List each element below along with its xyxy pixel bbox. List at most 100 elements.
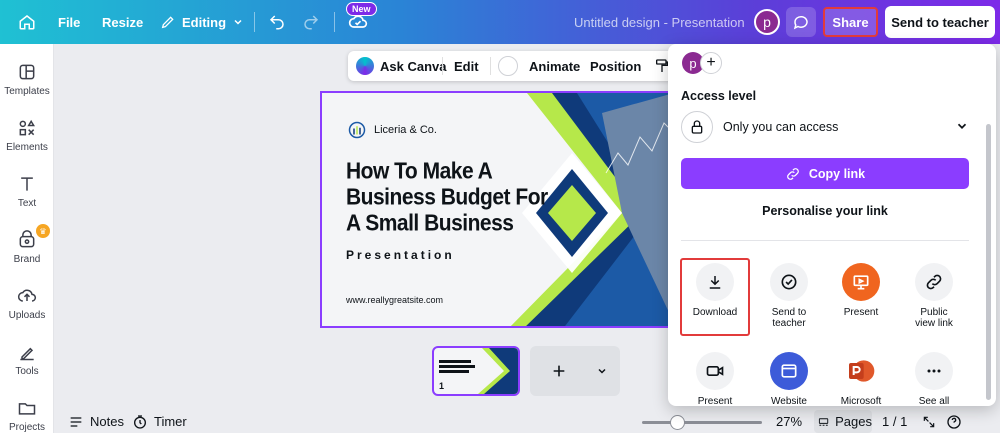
pages-icon bbox=[818, 417, 829, 426]
brand-logo-icon bbox=[348, 121, 366, 139]
zoom-level[interactable]: 27% bbox=[776, 410, 802, 433]
page-number: 1 bbox=[439, 381, 445, 391]
sidebar-item-label: Templates bbox=[4, 86, 50, 97]
new-badge: New bbox=[346, 2, 377, 16]
projects-icon bbox=[18, 403, 36, 415]
tools-icon bbox=[20, 347, 34, 361]
download-icon bbox=[696, 263, 734, 301]
timer-label: Timer bbox=[154, 414, 187, 429]
file-menu[interactable]: File bbox=[58, 0, 80, 44]
more-icon bbox=[915, 352, 953, 390]
copy-link-label: Copy link bbox=[808, 166, 866, 181]
share-option-send-to-teacher[interactable]: Send to teacher bbox=[753, 263, 825, 329]
avatar[interactable]: p bbox=[754, 9, 780, 35]
canva-ai-icon bbox=[356, 57, 374, 75]
add-page-button[interactable] bbox=[530, 346, 620, 396]
context-toolbar: Ask Canva Edit Animate Position bbox=[348, 51, 678, 81]
access-level-value: Only you can access bbox=[723, 120, 839, 134]
share-option-see-all[interactable]: See all bbox=[898, 352, 970, 406]
slide-url: www.reallygreatsite.com bbox=[346, 295, 444, 305]
top-bar: File Resize Editing New Untitled design … bbox=[0, 0, 1000, 44]
sidebar-item-elements[interactable]: Elements bbox=[0, 118, 54, 153]
brand-icon bbox=[19, 230, 35, 248]
comment-icon bbox=[793, 15, 808, 30]
undo-icon[interactable] bbox=[268, 0, 286, 44]
chevron-down-icon bbox=[598, 368, 606, 374]
sidebar-item-projects[interactable]: Projects bbox=[0, 398, 54, 433]
toolbar-divider bbox=[490, 57, 491, 75]
option-label: Send to teacher bbox=[771, 307, 807, 329]
sidebar-item-templates[interactable]: Templates bbox=[0, 62, 54, 97]
sidebar-item-label: Text bbox=[17, 198, 37, 209]
pages-label: Pages bbox=[835, 414, 872, 429]
share-option-public-view-link[interactable]: Public view link bbox=[898, 263, 970, 329]
footer-bar: Notes Timer 27% Pages 1 / 1 bbox=[54, 410, 1000, 433]
elements-icon bbox=[19, 119, 35, 136]
share-option-microsoft[interactable]: Microsoft bbox=[825, 352, 897, 406]
option-label: Download bbox=[692, 307, 738, 318]
toolbar-divider bbox=[254, 12, 255, 32]
sidebar-item-label: Projects bbox=[8, 422, 46, 433]
option-label: Microsoft bbox=[840, 396, 882, 406]
toolbar-divider bbox=[334, 12, 335, 32]
edit-button[interactable]: Edit bbox=[454, 51, 479, 81]
website-icon bbox=[770, 352, 808, 390]
sidebar-item-brand[interactable]: ♛ Brand bbox=[0, 224, 54, 265]
sidebar-item-text[interactable]: Text bbox=[0, 174, 54, 209]
animate-button[interactable]: Animate bbox=[529, 51, 580, 81]
redo-icon[interactable] bbox=[302, 0, 320, 44]
zoom-slider-handle[interactable] bbox=[670, 415, 685, 430]
slide-canvas[interactable]: Liceria & Co. How To Make A Business Bud… bbox=[320, 91, 672, 328]
timer-button[interactable]: Timer bbox=[132, 410, 187, 433]
home-icon[interactable] bbox=[16, 0, 38, 44]
ask-canva-label: Ask Canva bbox=[380, 58, 447, 74]
editing-mode-dropdown[interactable]: Editing bbox=[160, 0, 244, 44]
notes-label: Notes bbox=[90, 414, 124, 429]
fullscreen-expand-icon[interactable] bbox=[922, 410, 936, 433]
personalise-link-button[interactable]: Personalise your link bbox=[681, 204, 969, 218]
page-thumbnail[interactable]: 1 bbox=[432, 346, 520, 396]
sidebar-item-uploads[interactable]: Uploads bbox=[0, 286, 54, 321]
uploads-icon bbox=[17, 289, 36, 302]
zoom-slider-track[interactable] bbox=[642, 421, 762, 424]
help-icon[interactable] bbox=[946, 410, 962, 433]
templates-icon bbox=[19, 64, 35, 80]
comment-button[interactable] bbox=[786, 7, 816, 37]
panel-divider bbox=[681, 240, 969, 241]
powerpoint-icon bbox=[842, 352, 880, 390]
share-option-present-record[interactable]: Present bbox=[679, 352, 751, 406]
notes-button[interactable]: Notes bbox=[68, 410, 124, 433]
present-icon bbox=[842, 263, 880, 301]
color-picker-button[interactable] bbox=[498, 51, 518, 81]
share-option-present[interactable]: Present bbox=[825, 263, 897, 318]
position-button[interactable]: Position bbox=[590, 51, 641, 81]
sidebar-item-tools[interactable]: Tools bbox=[0, 342, 54, 377]
share-option-download[interactable]: Download bbox=[679, 263, 751, 318]
option-label: Present bbox=[843, 307, 879, 318]
option-label: See all bbox=[918, 396, 950, 406]
timer-icon bbox=[134, 414, 146, 429]
slide-brand: Liceria & Co. bbox=[348, 121, 437, 139]
link-icon bbox=[786, 167, 799, 180]
sidebar-item-label: Tools bbox=[15, 366, 39, 377]
option-label: Present bbox=[697, 396, 733, 406]
notes-icon bbox=[70, 416, 82, 427]
video-icon bbox=[696, 352, 734, 390]
send-to-teacher-button[interactable]: Send to teacher bbox=[885, 6, 995, 38]
share-option-website[interactable]: Website bbox=[753, 352, 825, 406]
check-circle-icon bbox=[770, 263, 808, 301]
editing-label: Editing bbox=[182, 14, 227, 30]
access-level-dropdown[interactable]: Only you can access bbox=[681, 108, 969, 146]
resize-button[interactable]: Resize bbox=[102, 0, 143, 44]
share-button[interactable]: Share bbox=[823, 7, 878, 37]
sidebar-item-label: Elements bbox=[6, 142, 48, 153]
slide-brand-name: Liceria & Co. bbox=[374, 124, 437, 136]
add-collaborator-button[interactable]: + bbox=[700, 52, 722, 74]
pages-button[interactable]: Pages bbox=[814, 410, 872, 433]
copy-link-button[interactable]: Copy link bbox=[681, 158, 969, 189]
document-title[interactable]: Untitled design - Presentation bbox=[574, 0, 745, 44]
ask-canva-button[interactable]: Ask Canva bbox=[356, 51, 446, 81]
toolbar-divider bbox=[442, 57, 443, 75]
share-panel: p + Access level Only you can access Cop… bbox=[668, 44, 996, 406]
panel-scrollbar[interactable] bbox=[986, 124, 991, 400]
